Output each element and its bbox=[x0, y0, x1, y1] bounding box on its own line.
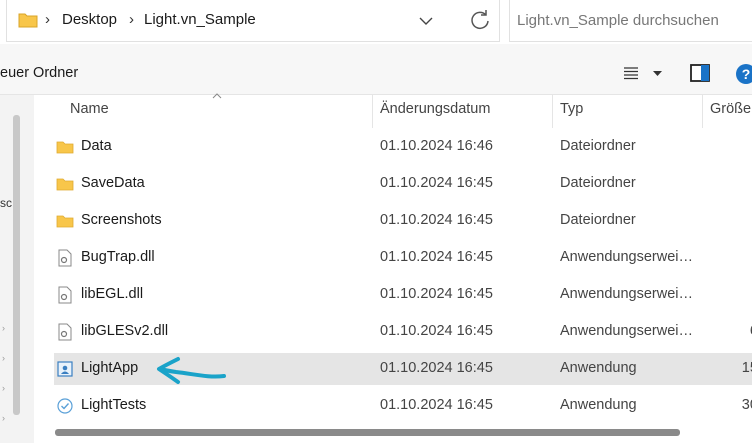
file-row-bugtrap[interactable]: BugTrap.dll 01.10.2024 16:45 Anwendungse… bbox=[54, 242, 752, 274]
column-divider[interactable] bbox=[702, 95, 703, 128]
file-date: 01.10.2024 16:45 bbox=[380, 249, 493, 265]
file-name: libEGL.dll bbox=[81, 286, 144, 302]
expand-arrow-icon[interactable]: › bbox=[2, 413, 5, 423]
breadcrumb-desktop[interactable]: Desktop bbox=[62, 11, 117, 28]
expand-arrow-icon[interactable]: › bbox=[2, 323, 5, 333]
help-icon[interactable]: ? bbox=[736, 64, 752, 84]
file-date: 01.10.2024 16:45 bbox=[380, 212, 493, 228]
file-type: Anwendung bbox=[560, 397, 637, 413]
column-name[interactable]: Name bbox=[70, 101, 109, 117]
folder-icon bbox=[56, 215, 74, 228]
file-size: 3 bbox=[730, 249, 752, 265]
file-size: 15 4 bbox=[741, 360, 752, 376]
file-row-savedata[interactable]: SaveData 01.10.2024 16:45 Dateiordner bbox=[54, 168, 752, 200]
file-date: 01.10.2024 16:45 bbox=[380, 323, 493, 339]
file-date: 01.10.2024 16:46 bbox=[380, 138, 493, 154]
column-size[interactable]: Größe bbox=[710, 101, 751, 117]
dll-file-icon bbox=[58, 323, 72, 341]
file-date: 01.10.2024 16:45 bbox=[380, 397, 493, 413]
nav-item-fragment[interactable]: sc bbox=[0, 196, 12, 210]
file-type: Dateiordner bbox=[560, 138, 636, 154]
expand-arrow-icon[interactable]: › bbox=[2, 353, 5, 363]
chevron-down-icon[interactable] bbox=[419, 16, 433, 26]
preview-pane-icon[interactable] bbox=[690, 64, 710, 82]
file-size: 6 9 bbox=[730, 323, 752, 339]
refresh-icon[interactable] bbox=[464, 4, 496, 36]
application-icon bbox=[57, 361, 73, 377]
chevron-right-icon[interactable]: › bbox=[129, 11, 134, 28]
file-type: Dateiordner bbox=[560, 212, 636, 228]
file-size: 30 8 bbox=[741, 397, 752, 413]
file-row-data[interactable]: Data 01.10.2024 16:46 Dateiordner bbox=[54, 131, 752, 163]
nav-scrollbar[interactable] bbox=[13, 115, 20, 415]
file-name: Screenshots bbox=[81, 212, 162, 228]
test-app-icon bbox=[57, 398, 73, 414]
annotation-arrow-icon bbox=[157, 357, 226, 384]
file-row-screenshots[interactable]: Screenshots 01.10.2024 16:45 Dateiordner bbox=[54, 205, 752, 237]
file-date: 01.10.2024 16:45 bbox=[380, 286, 493, 302]
command-bar: euer Ordner ? bbox=[0, 44, 752, 95]
file-name: BugTrap.dll bbox=[81, 249, 155, 265]
file-type: Anwendungserwei… bbox=[560, 323, 693, 339]
file-row-lighttests[interactable]: LightTests 01.10.2024 16:45 Anwendung 30… bbox=[54, 390, 752, 422]
dll-file-icon bbox=[58, 249, 72, 267]
expand-arrow-icon[interactable]: › bbox=[2, 383, 5, 393]
file-name: SaveData bbox=[81, 175, 145, 191]
file-name: libGLESv2.dll bbox=[81, 323, 169, 339]
file-type: Anwendung bbox=[560, 360, 637, 376]
search-placeholder: Light.vn_Sample durchsuchen bbox=[517, 12, 719, 29]
breadcrumb-current-folder[interactable]: Light.vn_Sample bbox=[144, 11, 256, 28]
file-type: Anwendungserwei… bbox=[560, 249, 693, 265]
folder-icon bbox=[56, 178, 74, 191]
view-details-icon[interactable] bbox=[623, 66, 639, 80]
folder-icon bbox=[18, 13, 38, 28]
navigation-pane: sc › › › › bbox=[0, 95, 34, 443]
column-type[interactable]: Typ bbox=[560, 101, 583, 117]
column-divider[interactable] bbox=[372, 95, 373, 128]
column-date[interactable]: Änderungsdatum bbox=[380, 101, 490, 117]
caret-down-icon[interactable] bbox=[653, 71, 662, 77]
column-header-row: Name Änderungsdatum Typ Größe bbox=[34, 93, 752, 128]
search-input[interactable]: Light.vn_Sample durchsuchen bbox=[509, 0, 752, 42]
file-row-libglesv2[interactable]: libGLESv2.dll 01.10.2024 16:45 Anwendung… bbox=[54, 316, 752, 348]
file-date: 01.10.2024 16:45 bbox=[380, 360, 493, 376]
address-bar[interactable]: › Desktop › Light.vn_Sample bbox=[6, 0, 500, 42]
file-name: Data bbox=[81, 138, 112, 154]
sort-ascending-icon[interactable] bbox=[212, 93, 222, 99]
horizontal-scrollbar[interactable] bbox=[55, 429, 680, 436]
file-name: LightTests bbox=[81, 397, 147, 413]
column-divider[interactable] bbox=[552, 95, 553, 128]
file-list: Name Änderungsdatum Typ Größe Data 01.10… bbox=[34, 93, 752, 443]
address-row: › Desktop › Light.vn_Sample Light.vn_Sam… bbox=[0, 0, 752, 44]
new-folder-button[interactable]: euer Ordner bbox=[0, 65, 78, 81]
file-size: 1 bbox=[730, 286, 752, 302]
dll-file-icon bbox=[58, 286, 72, 304]
chevron-right-icon[interactable]: › bbox=[45, 11, 50, 28]
folder-icon bbox=[56, 141, 74, 154]
file-type: Dateiordner bbox=[560, 175, 636, 191]
file-row-libegl[interactable]: libEGL.dll 01.10.2024 16:45 Anwendungser… bbox=[54, 279, 752, 311]
file-date: 01.10.2024 16:45 bbox=[380, 175, 493, 191]
file-name: LightApp bbox=[81, 360, 139, 376]
file-type: Anwendungserwei… bbox=[560, 286, 693, 302]
